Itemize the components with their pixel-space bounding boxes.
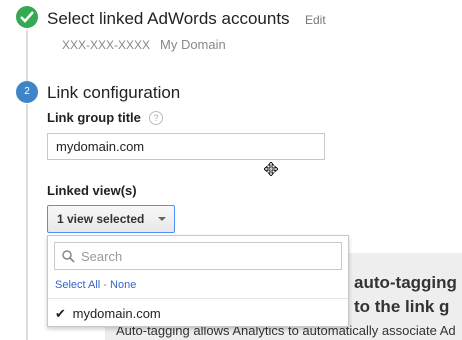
select-separator: - — [100, 279, 111, 291]
dropdown-divider — [48, 298, 348, 299]
move-cursor-icon — [264, 162, 278, 176]
step-number-badge: 2 — [16, 81, 38, 103]
step-connector-line — [26, 104, 28, 340]
search-icon — [62, 250, 75, 263]
caret-down-icon — [158, 217, 166, 221]
view-select-label: 1 view selected — [57, 212, 145, 226]
auto-tagging-headline: auto-tagging to the link g — [354, 273, 457, 316]
link-group-title-label: Link group title — [47, 110, 141, 125]
checkmark-icon: ✔ — [55, 306, 66, 321]
view-search-input[interactable] — [81, 246, 336, 266]
help-icon[interactable]: ? — [149, 111, 163, 125]
step-connector-line — [26, 30, 28, 82]
linked-views-label: Linked view(s) — [47, 183, 137, 198]
view-option[interactable]: ✔ mydomain.com — [55, 306, 161, 322]
select-all-none-row: Select All - None — [55, 279, 136, 291]
step1-title: Select linked AdWords accounts — [47, 9, 290, 28]
account-id: XXX-XXX-XXXX — [62, 38, 151, 52]
link-group-title-input[interactable] — [47, 133, 325, 160]
view-select-button[interactable]: 1 view selected — [47, 205, 175, 233]
check-circle-icon — [20, 11, 34, 23]
select-none-link[interactable]: None — [110, 279, 136, 291]
view-option-label: mydomain.com — [72, 306, 161, 321]
view-search-box[interactable] — [54, 242, 342, 270]
account-name: My Domain — [160, 37, 226, 52]
step2-title: Link configuration — [47, 83, 181, 102]
select-all-link[interactable]: Select All — [55, 279, 100, 291]
view-dropdown-menu: Select All - None ✔ mydomain.com — [47, 235, 349, 327]
edit-link[interactable]: Edit — [305, 13, 326, 27]
step-complete-icon — [16, 6, 38, 28]
